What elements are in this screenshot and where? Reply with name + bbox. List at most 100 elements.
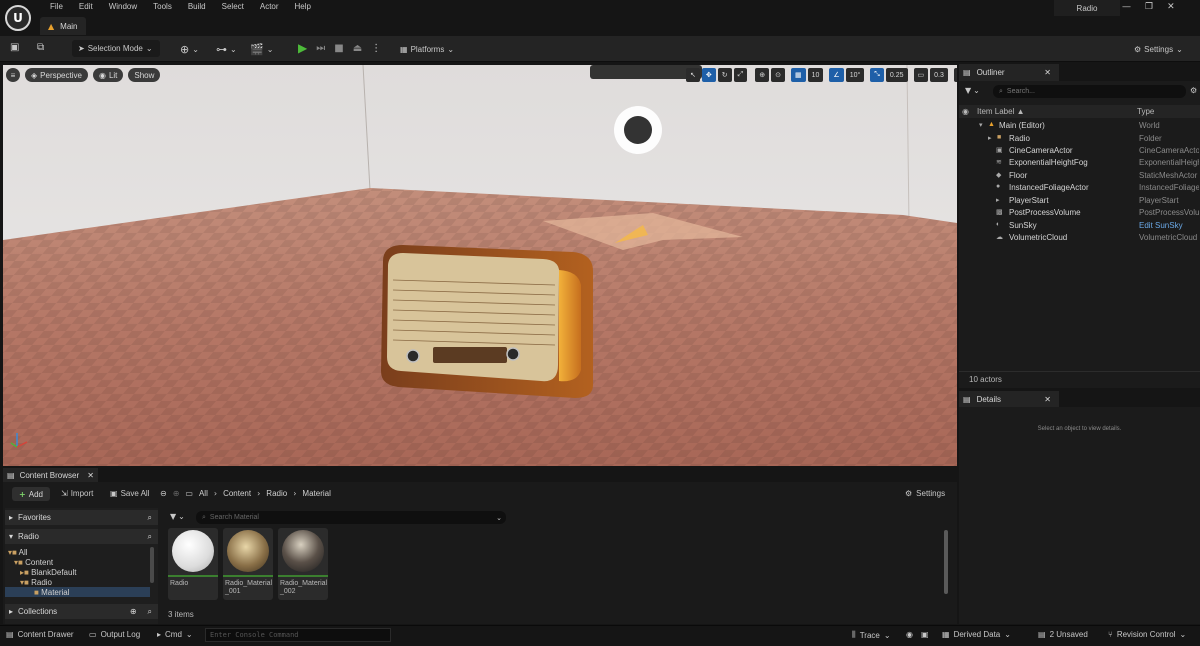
import-button[interactable]: ⇲ Import — [61, 489, 93, 498]
menu-edit[interactable]: Edit — [71, 2, 101, 12]
content-browser-tab[interactable]: ▤ Content Browser ✕ — [3, 468, 98, 482]
add-content-button[interactable]: ⊕ ⌄ — [180, 40, 199, 58]
cmd-dropdown[interactable]: ▸ Cmd ⌄ — [157, 630, 193, 639]
scale-snap-value[interactable]: 0.25 — [885, 68, 908, 82]
minimize-icon[interactable]: — — [1122, 2, 1131, 12]
settings-dropdown[interactable]: ⚙ Settings ⌄ — [1134, 40, 1183, 58]
eject-icon[interactable]: ⏏ — [353, 43, 362, 54]
asset-tile[interactable]: Radio — [168, 528, 218, 600]
search-icon[interactable]: ⌕ — [148, 607, 152, 617]
output-log-button[interactable]: ▭ Output Log — [89, 630, 140, 639]
tree-item-material[interactable]: ■ Material — [34, 588, 70, 597]
visibility-icon[interactable]: ◉ — [962, 107, 969, 116]
close-icon[interactable]: ✕ — [87, 471, 94, 480]
menu-select[interactable]: Select — [214, 2, 252, 12]
gear-icon[interactable]: ⚙ — [1190, 86, 1197, 95]
scale-snap-icon[interactable]: ⤡ — [870, 68, 884, 82]
outliner-row[interactable]: ▸ ■ Radio Folder — [959, 134, 1200, 147]
add-button[interactable]: + Add — [12, 487, 50, 501]
menu-file[interactable]: File — [42, 2, 71, 12]
grid-snap-value[interactable]: 10 — [807, 68, 824, 82]
selection-mode-dropdown[interactable]: ➤ Selection Mode ⌄ — [72, 40, 160, 57]
level-viewport[interactable]: ≡ ◈ Perspective ◉ Lit Show ↖ ✥ ↻ ⤢ ⊕ ⊙ ▦ 1… — [3, 65, 957, 466]
tree-item-radio[interactable]: ▾■ Radio — [20, 578, 52, 587]
camera-speed-value[interactable]: 0.3 — [930, 68, 948, 82]
viewport-layout-icon[interactable]: ⊞ — [953, 68, 957, 82]
show-button[interactable]: Show — [128, 68, 161, 82]
trace-dropdown[interactable]: ⫼ Trace ⌄ — [852, 630, 891, 640]
outliner-row[interactable]: ◆ Floor StaticMeshActor — [959, 171, 1200, 184]
outliner-row[interactable]: ◐ SunSky Edit SunSky — [959, 221, 1200, 234]
grid-snap-icon[interactable]: ▦ — [790, 68, 806, 82]
level-tab-main[interactable]: ▲ Main — [40, 17, 86, 35]
outliner-row[interactable]: ☁ VolumetricCloud VolumetricCloud — [959, 233, 1200, 246]
breadcrumb-material[interactable]: Material — [302, 489, 330, 498]
asset-tile[interactable]: Radio_Material_002 — [278, 528, 328, 600]
scale-tool-icon[interactable]: ⤢ — [733, 68, 748, 82]
asset-tile[interactable]: Radio_Material_001 — [223, 528, 273, 600]
menu-tools[interactable]: Tools — [145, 2, 180, 12]
unsaved-button[interactable]: ▤ 2 Unsaved — [1038, 630, 1088, 639]
rotate-tool-icon[interactable]: ↻ — [717, 68, 732, 82]
content-drawer-button[interactable]: ▤ Content Drawer — [6, 630, 74, 639]
viewport-menu-icon[interactable]: ≡ — [6, 68, 20, 82]
blueprint-button[interactable]: ⊶ ⌄ — [216, 40, 237, 58]
outliner-row[interactable]: ≋ ExponentialHeightFog ExponentialHeight… — [959, 158, 1200, 171]
rotation-snap-value[interactable]: 10° — [845, 68, 865, 82]
surface-snap-icon[interactable]: ⊙ — [771, 68, 785, 82]
tree-scrollbar[interactable] — [150, 547, 154, 583]
outliner-tab[interactable]: ▤ Outliner ✕ — [959, 64, 1059, 81]
collections-section[interactable]: ▸ Collections ⊕ ⌕ — [5, 604, 158, 619]
screenshot-button[interactable]: ▣ — [921, 630, 929, 639]
outliner-row[interactable]: ● InstancedFoliageActor InstancedFoliage… — [959, 183, 1200, 196]
stop-icon[interactable]: ■ — [334, 43, 343, 54]
source-control-icon[interactable]: ⧉ — [37, 42, 44, 53]
project-section[interactable]: ▾ Radio ⌕ — [5, 529, 158, 544]
menu-help[interactable]: Help — [287, 2, 319, 12]
cinematics-button[interactable]: 🎬 ⌄ — [250, 40, 273, 58]
save-icon[interactable]: ▣ — [10, 42, 19, 53]
menu-actor[interactable]: Actor — [252, 2, 287, 12]
asset-scrollbar[interactable] — [944, 530, 948, 594]
perspective-button[interactable]: ◈ Perspective — [25, 68, 88, 82]
search-icon[interactable]: ⌕ — [148, 513, 152, 523]
derived-data-button[interactable]: ▦ Derived Data ⌄ — [942, 630, 1011, 639]
col-item-label[interactable]: Item Label ▲ — [977, 107, 1025, 116]
search-icon[interactable]: ⌕ — [148, 532, 152, 542]
col-type[interactable]: Type — [1137, 107, 1154, 116]
details-tab[interactable]: ▤ Details ✕ — [959, 391, 1059, 407]
forward-icon[interactable]: ⊕ — [173, 489, 180, 498]
platforms-dropdown[interactable]: ▦ Platforms ⌄ — [400, 40, 454, 58]
translate-tool-icon[interactable]: ✥ — [701, 68, 716, 82]
step-icon[interactable]: ⏭ — [316, 43, 325, 54]
outliner-row[interactable]: ▣ CineCameraActor CineCameraActor — [959, 146, 1200, 159]
asset-search-input[interactable]: ⌕ Search Material ⌄ — [196, 511, 506, 524]
maximize-icon[interactable]: ❐ — [1145, 2, 1153, 12]
content-settings-button[interactable]: ⚙ Settings — [905, 489, 945, 498]
tree-item-content[interactable]: ▾■ Content — [14, 558, 53, 567]
outliner-search-input[interactable]: ⌕ Search... — [993, 85, 1186, 98]
close-icon[interactable]: ✕ — [1044, 68, 1051, 77]
breadcrumb-all[interactable]: All — [199, 489, 208, 498]
close-icon[interactable]: ✕ — [1167, 2, 1175, 12]
rotation-snap-icon[interactable]: ∠ — [829, 68, 844, 82]
breadcrumb-content[interactable]: Content — [223, 489, 251, 498]
more-options-icon[interactable]: ⋮ — [371, 43, 381, 54]
edit-sunsky-link[interactable]: Edit SunSky — [1139, 221, 1199, 230]
select-tool-icon[interactable]: ↖ — [686, 68, 700, 82]
lit-button[interactable]: ◉ Lit — [92, 68, 124, 82]
tree-item-all[interactable]: ▾■ All — [8, 548, 28, 557]
close-icon[interactable]: ✕ — [1044, 395, 1051, 404]
breadcrumb-radio[interactable]: Radio — [266, 489, 287, 498]
camera-speed-icon[interactable]: ▭ — [913, 68, 929, 82]
menu-window[interactable]: Window — [101, 2, 145, 12]
outliner-row[interactable]: ▩ PostProcessVolume PostProcessVolume — [959, 208, 1200, 221]
record-button[interactable]: ◉ — [906, 630, 913, 639]
console-input[interactable]: Enter Console Command — [205, 628, 391, 642]
asset-filter-button[interactable]: ▼ ⌄ — [170, 512, 185, 521]
add-collection-icon[interactable]: ⊕ — [130, 607, 137, 616]
revision-control-button[interactable]: ⑂ Revision Control ⌄ — [1108, 630, 1186, 639]
menu-build[interactable]: Build — [180, 2, 214, 12]
outliner-row[interactable]: ▸ PlayerStart PlayerStart — [959, 196, 1200, 209]
back-icon[interactable]: ⊖ — [160, 489, 167, 498]
